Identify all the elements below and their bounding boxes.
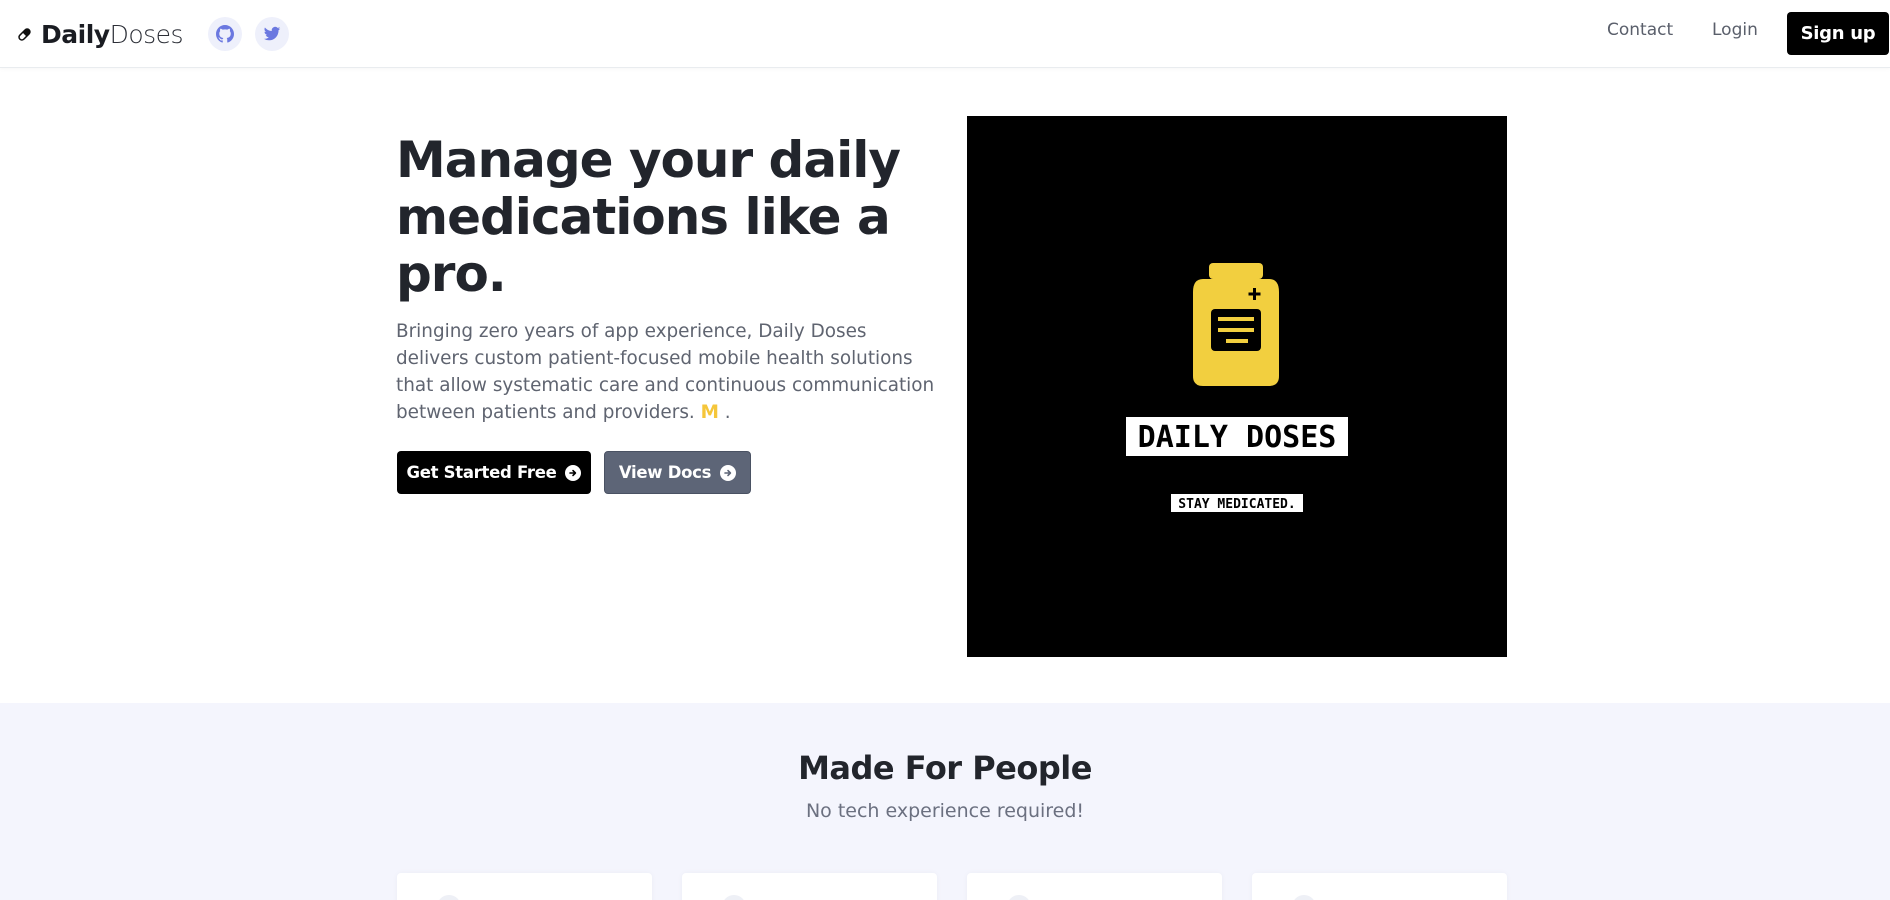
signup-button[interactable]: Sign up	[1787, 12, 1889, 55]
brand-logo[interactable]: Daily Doses	[17, 18, 184, 50]
logo-text: DAILY DOSES	[1138, 420, 1337, 455]
arrow-right-circle-icon	[565, 464, 582, 481]
brand-name-light: Doses	[109, 19, 184, 49]
feature-card	[1252, 873, 1507, 900]
hero-logo-image: DAILY DOSES STAY MEDICATED.	[967, 116, 1507, 657]
feature-icon	[1292, 895, 1316, 900]
navbar: Daily Doses Contact Login Sign up	[0, 0, 1890, 68]
get-started-button[interactable]: Get Started Free	[397, 451, 591, 494]
feature-card	[397, 873, 652, 900]
feature-icon	[437, 895, 461, 900]
brand-name-bold: Daily	[41, 19, 110, 49]
hero-title: Manage your daily medications like a pro…	[396, 131, 901, 303]
nav-contact-link[interactable]: Contact	[1607, 20, 1673, 40]
feature-card	[967, 873, 1222, 900]
twitter-link[interactable]	[255, 17, 289, 51]
github-icon	[216, 25, 234, 43]
get-started-label: Get Started Free	[406, 463, 557, 482]
features-title: Made For People	[798, 749, 1092, 787]
features-section: Made For People No tech experience requi…	[0, 703, 1890, 900]
features-subtitle: No tech experience required!	[805, 800, 1085, 822]
hero-accent-text: M	[700, 402, 719, 423]
feature-icon	[1007, 895, 1031, 900]
twitter-icon	[263, 26, 281, 41]
feature-icon	[722, 895, 746, 900]
nav-login-link[interactable]: Login	[1712, 20, 1758, 40]
hero-trailing-text: .	[724, 402, 731, 423]
view-docs-button[interactable]: View Docs	[604, 451, 751, 494]
arrow-right-circle-icon	[720, 464, 737, 481]
github-link[interactable]	[208, 17, 242, 51]
logo-tagline: STAY MEDICATED.	[1178, 497, 1295, 512]
feature-card	[682, 873, 937, 900]
hero-description-text: Bringing zero years of app experience, D…	[396, 321, 935, 423]
view-docs-label: View Docs	[618, 463, 712, 482]
pill-icon	[17, 27, 32, 42]
daily-doses-logo: DAILY DOSES STAY MEDICATED.	[1126, 263, 1348, 512]
hero-description: Bringing zero years of app experience, D…	[396, 318, 936, 426]
